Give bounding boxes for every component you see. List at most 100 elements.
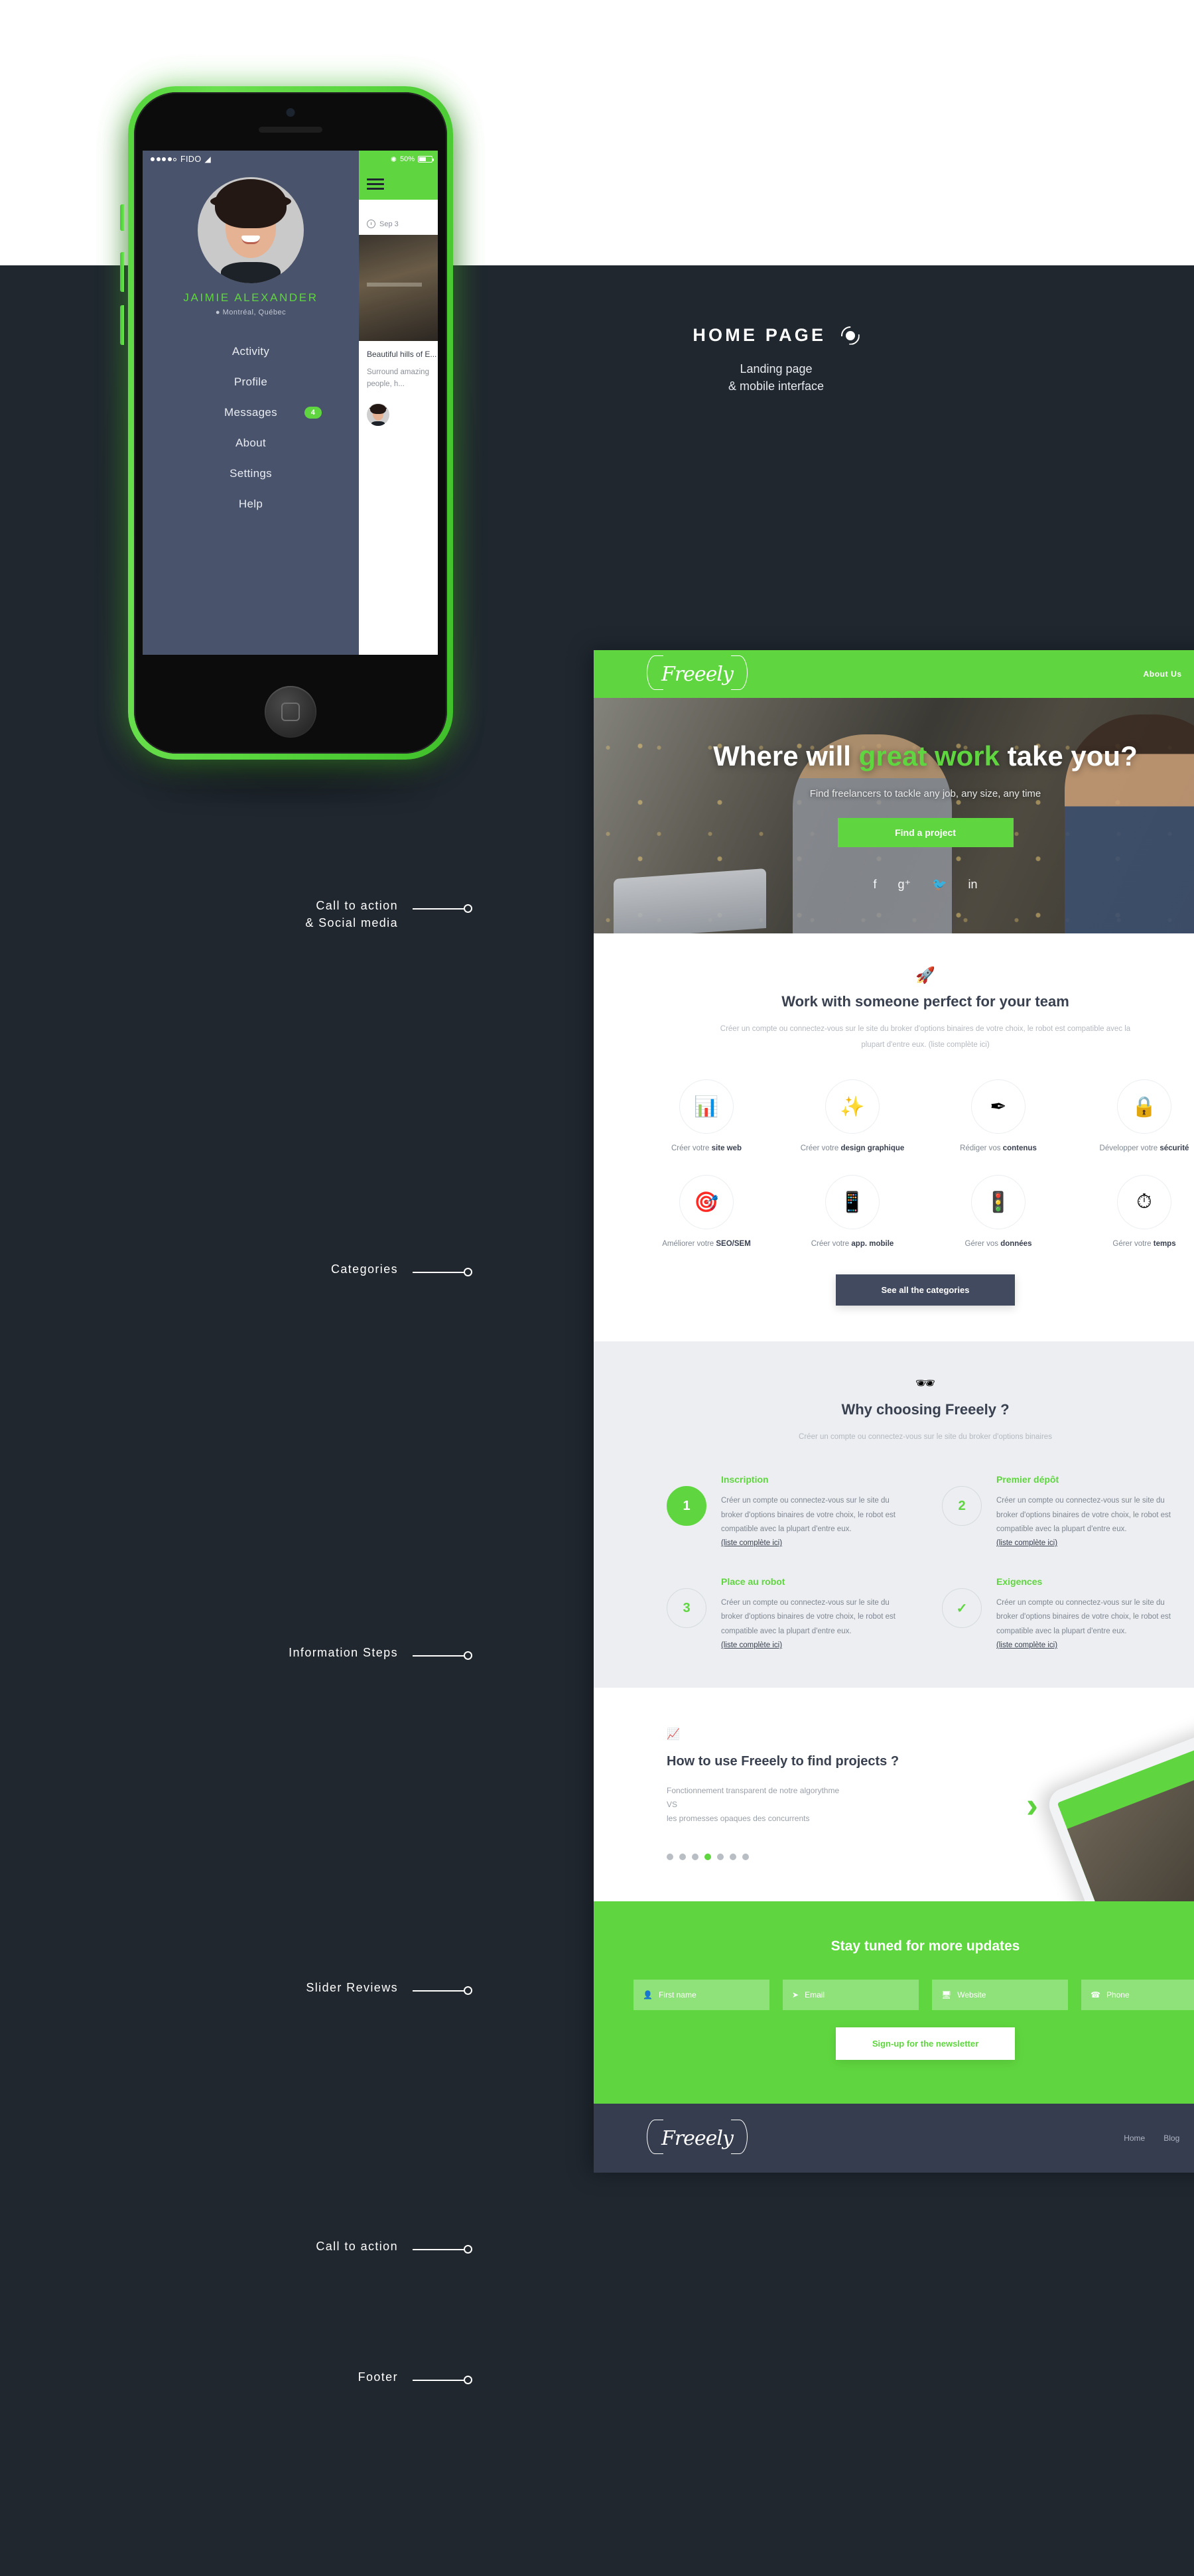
- annotation-leader-line: [413, 2245, 472, 2254]
- why-paragraph: Créer un compte ou connectez-vous sur le…: [799, 1433, 1052, 1442]
- steps-grid: 1 Inscription Créer un compte ou connect…: [594, 1445, 1194, 1651]
- annotation-label: Categories: [119, 1260, 398, 1278]
- drawer-item-messages[interactable]: Messages 4: [143, 397, 359, 428]
- feed-status-bar: ✺ 50%: [359, 151, 438, 168]
- page-title: HOME PAGE: [693, 325, 827, 345]
- email-field[interactable]: ➤ Email: [783, 1980, 919, 2011]
- signal-strength-icon: [151, 157, 176, 161]
- first-name-placeholder: First name: [658, 1990, 696, 2000]
- category-item[interactable]: ✨ Créer votre design graphique: [779, 1079, 925, 1175]
- bluetooth-icon: ✺: [390, 155, 397, 164]
- slider-next-arrow-icon[interactable]: ›: [1026, 1787, 1038, 1823]
- step-marker-check-icon: ✓: [942, 1588, 982, 1629]
- slider-dot[interactable]: [679, 1854, 686, 1861]
- step-link[interactable]: (liste complète ici): [996, 1539, 1057, 1547]
- hero-headline-part2: take you?: [1000, 740, 1138, 772]
- drawer-item-activity[interactable]: Activity: [143, 336, 359, 367]
- aperture-dot-icon: [841, 326, 860, 345]
- category-item[interactable]: ✒ Rédiger vos contenus: [925, 1079, 1071, 1175]
- annotation-information-steps: Information Steps: [119, 1644, 472, 1661]
- annotation-slider-reviews: Slider Reviews: [119, 1979, 472, 1996]
- drawer-item-settings[interactable]: Settings: [143, 458, 359, 489]
- newsletter-signup-button[interactable]: Sign-up for the newsletter: [836, 2027, 1015, 2061]
- drawer-item-help[interactable]: Help: [143, 489, 359, 519]
- google-plus-icon[interactable]: g⁺: [898, 878, 911, 892]
- clock-green-icon: ⏱: [1117, 1175, 1171, 1230]
- slider-dot[interactable]: [730, 1854, 736, 1861]
- step-marker: 2: [942, 1486, 982, 1526]
- phone-placeholder: Phone: [1106, 1990, 1130, 2000]
- linkedin-icon[interactable]: in: [968, 878, 977, 892]
- category-label-bold: données: [1000, 1240, 1032, 1249]
- footer-brand-logo[interactable]: Freeely: [647, 2119, 748, 2154]
- find-a-project-button[interactable]: Find a project: [837, 818, 1014, 848]
- step-item-inscription: 1 Inscription Créer un compte ou connect…: [667, 1474, 909, 1548]
- drawer-item-about[interactable]: About: [143, 428, 359, 458]
- slider-dot[interactable]: [717, 1854, 724, 1861]
- drawer-menu: Activity Profile Messages 4 About Settin…: [143, 336, 359, 519]
- phone-screen: FIDO ◢ JAIMIE ALEXANDER ● Montréal, Québ…: [143, 151, 438, 655]
- see-all-categories-button[interactable]: See all the categories: [836, 1274, 1015, 1306]
- annotation-call-to-action: Call to action: [119, 2238, 472, 2255]
- first-name-field[interactable]: 👤 First name: [633, 1980, 769, 2011]
- category-item[interactable]: 🎯 Améliorer votre SEO/SEM: [633, 1175, 779, 1270]
- category-label-prefix: Gérer vos: [964, 1240, 1001, 1249]
- phone-front-camera: [286, 108, 295, 117]
- slider-dot[interactable]: [667, 1854, 673, 1861]
- step-item-premier-depot: 2 Premier dépôt Créer un compte ou conne…: [942, 1474, 1184, 1548]
- annotation-leader-line: [413, 2376, 472, 2384]
- slider-heading: How to use Freeely to find projects ?: [667, 1754, 899, 1769]
- nav-link-about-us[interactable]: About Us: [1144, 669, 1182, 679]
- drawer-item-label: Messages: [224, 406, 277, 419]
- slider-dot-active[interactable]: [704, 1854, 711, 1861]
- step-link[interactable]: (liste complète ici): [996, 1641, 1057, 1649]
- phone-home-button[interactable]: [265, 686, 316, 738]
- slider-dot[interactable]: [692, 1854, 698, 1861]
- feed-date-row: Sep 3: [359, 200, 438, 235]
- drawer-item-label: Activity: [232, 345, 270, 358]
- hero-headline: Where will great work take you?: [594, 740, 1194, 773]
- category-item[interactable]: 🚦 Gérer vos données: [925, 1175, 1071, 1270]
- phone-volume-up-button[interactable]: [120, 252, 124, 292]
- annotation-line-1: Call to action: [316, 899, 398, 912]
- mobile-side-drawer: FIDO ◢ JAIMIE ALEXANDER ● Montréal, Québ…: [143, 151, 359, 655]
- category-label-bold: contenus: [1002, 1144, 1037, 1153]
- pulse-chart-icon: 📈: [667, 1729, 680, 1741]
- slider-content: 📈 How to use Freeely to find projects ? …: [594, 1728, 965, 1861]
- step-marker: 3: [667, 1588, 706, 1629]
- category-label-prefix: Créer votre: [811, 1240, 852, 1249]
- padlock-icon: 🔒: [1117, 1079, 1171, 1134]
- phone-silent-switch[interactable]: [120, 204, 124, 231]
- footer-link-home[interactable]: Home: [1124, 2134, 1145, 2143]
- slider-line-2: VS: [667, 1800, 678, 1810]
- twitter-icon[interactable]: 🐦: [932, 878, 947, 892]
- phone-field[interactable]: ☎ Phone: [1081, 1980, 1194, 2011]
- slider-dot[interactable]: [742, 1854, 749, 1861]
- category-item[interactable]: 📊 Créer votre site web: [633, 1079, 779, 1175]
- category-item[interactable]: 🔒 Développer votre sécurité: [1071, 1079, 1194, 1175]
- drawer-location-label: Montréal, Québec: [222, 308, 287, 316]
- messages-count-badge: 4: [304, 407, 322, 419]
- drawer-item-profile[interactable]: Profile: [143, 367, 359, 397]
- phone-volume-down-button[interactable]: [120, 305, 124, 345]
- tablet-screen: [1057, 1716, 1194, 1902]
- step-link[interactable]: (liste complète ici): [721, 1641, 782, 1649]
- brand-logo[interactable]: Freeely: [647, 655, 748, 690]
- battery-percent-label: 50%: [399, 155, 415, 163]
- hamburger-menu-icon[interactable]: [367, 176, 384, 192]
- category-label-prefix: Rédiger vos: [960, 1144, 1003, 1153]
- facebook-icon[interactable]: f: [874, 878, 877, 892]
- phone-icon: ☎: [1091, 1990, 1100, 2000]
- step-link[interactable]: (liste complète ici): [721, 1539, 782, 1547]
- hero-section: Where will great work take you? Find fre…: [594, 698, 1194, 933]
- footer-link-blog[interactable]: Blog: [1163, 2134, 1179, 2143]
- paper-plane-icon: ➤: [792, 1990, 799, 2000]
- category-label: Gérer votre temps: [1071, 1240, 1194, 1248]
- category-label-bold: design graphique: [840, 1144, 905, 1153]
- category-item[interactable]: 📱 Créer votre app. mobile: [779, 1175, 925, 1270]
- step-body: Créer un compte ou connectez-vous sur le…: [721, 1497, 896, 1533]
- tablet-mockup: [1044, 1702, 1194, 1902]
- category-label-prefix: Développer votre: [1099, 1144, 1160, 1153]
- website-field[interactable]: 🖥 Website: [932, 1980, 1068, 2011]
- category-item[interactable]: ⏱ Gérer votre temps: [1071, 1175, 1194, 1270]
